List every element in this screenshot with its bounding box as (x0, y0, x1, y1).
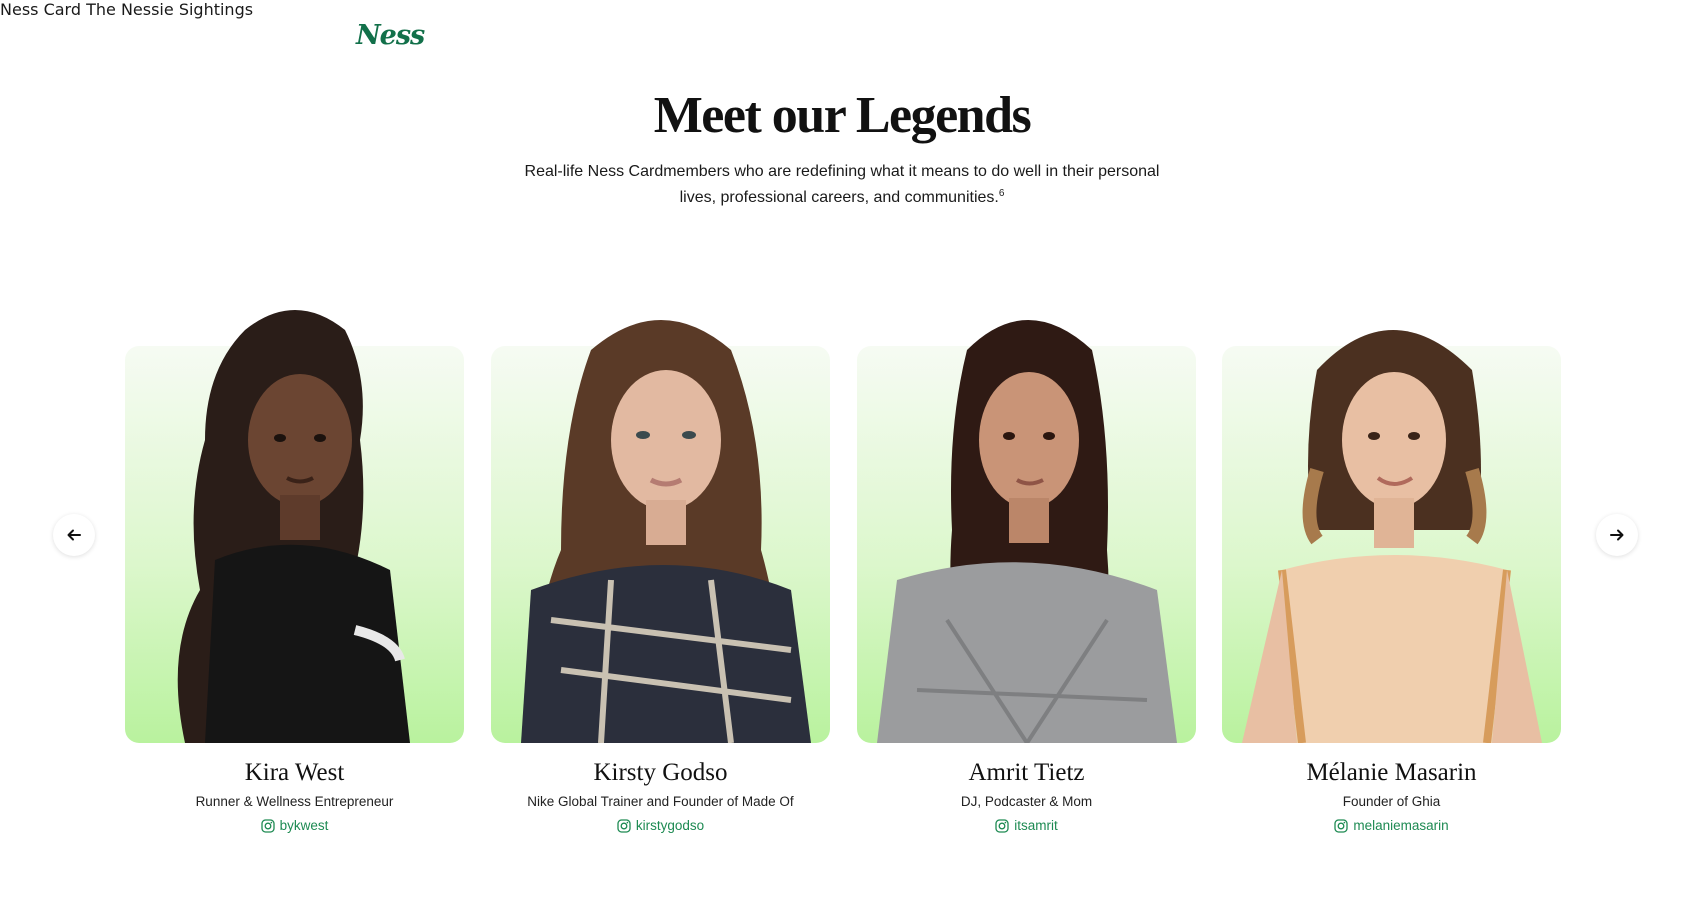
legend-card[interactable]: Kira West Runner & Wellness Entrepreneur… (125, 310, 464, 833)
legend-name: Kirsty Godso (593, 759, 728, 786)
legend-role: DJ, Podcaster & Mom (960, 794, 1093, 809)
legend-role: Founder of Ghia (1342, 794, 1441, 809)
instagram-handle[interactable]: itsamrit (1014, 818, 1058, 833)
legend-name: Mélanie Masarin (1306, 759, 1477, 786)
logo[interactable]: Ness (356, 20, 425, 51)
nav-link-the-nessie[interactable]: The Nessie (86, 0, 174, 19)
instagram-link[interactable]: melaniemasarin (1222, 818, 1561, 833)
arrow-right-icon (1610, 529, 1624, 541)
instagram-icon (260, 818, 275, 833)
instagram-icon (617, 818, 631, 833)
nav-link-ness-card[interactable]: Ness Card (0, 0, 81, 19)
carousel-next-button[interactable] (1596, 514, 1638, 556)
instagram-handle[interactable]: bykwest (280, 818, 329, 833)
section-title: Meet our Legends (653, 87, 1032, 144)
top-nav: Ness Card The Nessie Sightings (0, 0, 1684, 19)
instagram-icon (1334, 818, 1348, 833)
portrait-photo (857, 320, 1196, 743)
legend-card[interactable]: Kirsty Godso Nike Global Trainer and Fou… (491, 320, 830, 833)
carousel-prev-button[interactable] (53, 514, 95, 556)
legend-card[interactable]: Amrit Tietz DJ, Podcaster & Mom itsamrit (857, 320, 1196, 833)
legend-role: Runner & Wellness Entrepreneur (195, 794, 394, 809)
portrait-photo (1222, 330, 1561, 743)
arrow-left-icon (67, 529, 81, 541)
instagram-link[interactable]: kirstygodso (491, 818, 830, 833)
portrait-illustration (521, 320, 811, 743)
footnote-marker[interactable]: 6 (999, 188, 1005, 199)
legend-name: Amrit Tietz (968, 759, 1085, 786)
portrait-illustration (877, 320, 1177, 743)
portrait-photo (491, 320, 830, 743)
instagram-icon (995, 818, 1009, 833)
portrait-photo (125, 310, 464, 743)
legend-role: Nike Global Trainer and Founder of Made … (527, 794, 794, 809)
instagram-handle[interactable]: kirstygodso (636, 818, 704, 833)
legend-name: Kira West (244, 759, 345, 786)
nav-link-sightings[interactable]: Sightings (179, 0, 253, 19)
portrait-illustration (1242, 330, 1542, 743)
legend-card[interactable]: Mélanie Masarin Founder of Ghia melaniem… (1222, 330, 1561, 833)
section-subtitle: Real-life Ness Cardmembers who are redef… (520, 161, 1164, 209)
instagram-handle[interactable]: melaniemasarin (1353, 818, 1448, 833)
portrait-illustration (177, 310, 410, 743)
subtitle-text: Real-life Ness Cardmembers who are redef… (524, 163, 1160, 206)
instagram-link[interactable]: bykwest (125, 818, 464, 833)
instagram-link[interactable]: itsamrit (857, 818, 1196, 833)
